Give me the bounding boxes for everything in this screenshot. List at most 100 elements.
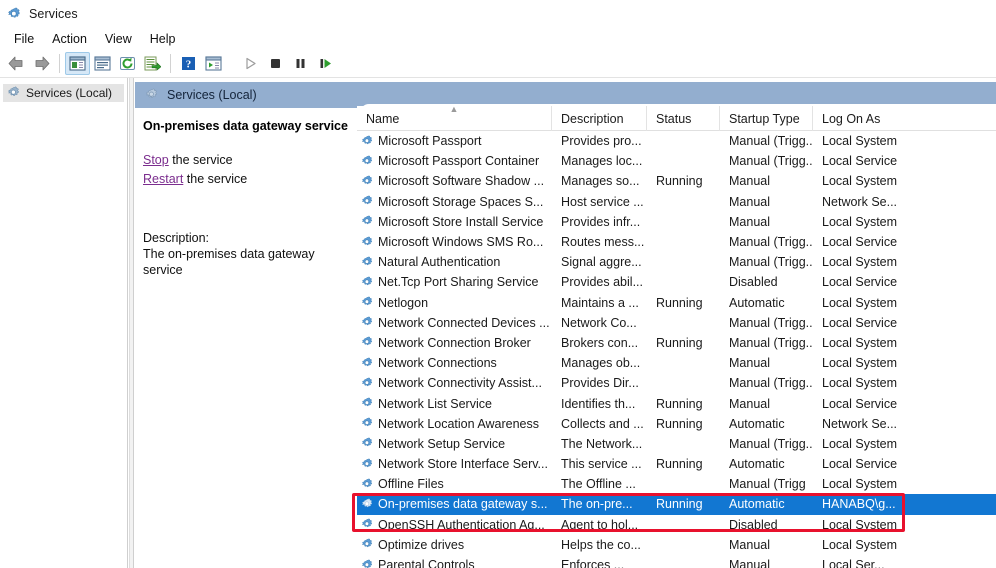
cell-text: OpenSSH Authentication Ag... <box>378 518 545 532</box>
cell-name: Offline Files <box>357 474 552 494</box>
refresh-icon[interactable] <box>115 52 140 75</box>
table-row[interactable]: Net.Tcp Port Sharing ServiceProvides abi… <box>357 272 996 292</box>
properties-icon[interactable] <box>90 52 115 75</box>
cell-name: Network Connected Devices ... <box>357 313 552 333</box>
table-row[interactable]: Microsoft PassportProvides pro...Manual … <box>357 131 996 151</box>
cell-text: Net.Tcp Port Sharing Service <box>378 275 539 289</box>
start-service-icon[interactable] <box>238 52 263 75</box>
list-header: ▲Name Description Status Startup Type Log On… <box>357 106 996 131</box>
cell-logon: Local System <box>813 293 901 313</box>
cell-text: Microsoft Passport Container <box>378 154 539 168</box>
cell-startup: Disabled <box>720 515 813 535</box>
table-row[interactable]: Network List ServiceIdentifies th...Runn… <box>357 393 996 413</box>
column-header-log-on-as[interactable]: Log On As <box>813 106 901 131</box>
table-row[interactable]: Offline FilesThe Offline ...Manual (Trig… <box>357 474 996 494</box>
cell-logon: Local Service <box>813 232 901 252</box>
cell-name: Netlogon <box>357 293 552 313</box>
table-row[interactable]: On-premises data gateway s...The on-pre.… <box>357 494 996 514</box>
cell-logon: Local System <box>813 333 901 353</box>
forward-icon[interactable] <box>29 52 54 75</box>
back-icon[interactable] <box>4 52 29 75</box>
table-row[interactable]: Network ConnectionsManages ob...ManualLo… <box>357 353 996 373</box>
column-header-label: Description <box>561 112 624 126</box>
stop-service-link[interactable]: Stop <box>143 153 169 167</box>
cell-text: Network List Service <box>378 397 492 411</box>
cell-status: Running <box>647 333 720 353</box>
cell-name: Microsoft Software Shadow ... <box>357 171 552 191</box>
cell-description: Helps the co... <box>552 535 647 555</box>
cell-description: Host service ... <box>552 192 647 212</box>
stop-service-icon[interactable] <box>263 52 288 75</box>
show-tree-icon[interactable] <box>65 52 90 75</box>
cell-name: Microsoft Passport <box>357 131 552 151</box>
table-row[interactable]: Network Connected Devices ...Network Co.… <box>357 313 996 333</box>
service-gear-icon <box>361 296 374 309</box>
table-row[interactable]: Network Location AwarenessCollects and .… <box>357 414 996 434</box>
pause-service-icon[interactable] <box>288 52 313 75</box>
services-window: Services File Action View Help <box>0 0 996 568</box>
menu-view[interactable]: View <box>96 30 141 48</box>
service-gear-icon <box>361 215 374 228</box>
column-header-startup-type[interactable]: Startup Type <box>720 106 813 131</box>
restart-service-link[interactable]: Restart <box>143 172 183 186</box>
cell-name: Network Setup Service <box>357 434 552 454</box>
cell-description: Routes mess... <box>552 232 647 252</box>
cell-text: Network Connection Broker <box>378 336 531 350</box>
pane-splitter[interactable] <box>129 78 134 568</box>
table-row[interactable]: Microsoft Passport ContainerManages loc.… <box>357 151 996 171</box>
cell-startup: Automatic <box>720 293 813 313</box>
results-pane: Services (Local) On-premises data gatewa… <box>135 78 996 568</box>
column-header-status[interactable]: Status <box>647 106 720 131</box>
cell-status <box>647 373 720 393</box>
cell-description: Provides Dir... <box>552 373 647 393</box>
service-details-panel: On-premises data gateway service Stop th… <box>135 112 357 568</box>
cell-description: Signal aggre... <box>552 252 647 272</box>
sidebar-item-label: Services (Local) <box>26 86 112 100</box>
help-icon[interactable]: ? <box>176 52 201 75</box>
show-action-pane-icon[interactable] <box>201 52 226 75</box>
table-row[interactable]: OpenSSH Authentication Ag...Agent to hol… <box>357 515 996 535</box>
service-gear-icon <box>361 256 374 269</box>
cell-status <box>647 474 720 494</box>
table-row[interactable]: Network Setup ServiceThe Network...Manua… <box>357 434 996 454</box>
cell-description: Enforces ... <box>552 555 647 568</box>
services-gear-icon <box>7 86 21 100</box>
cell-name: Microsoft Store Install Service <box>357 212 552 232</box>
menu-bar: File Action View Help <box>0 28 996 50</box>
column-header-label: Status <box>656 112 691 126</box>
menu-action[interactable]: Action <box>43 30 96 48</box>
table-row[interactable]: NetlogonMaintains a ...RunningAutomaticL… <box>357 293 996 313</box>
table-row[interactable]: Microsoft Windows SMS Ro... Routes mess..… <box>357 232 996 252</box>
table-row[interactable]: Network Store Interface Serv...This serv… <box>357 454 996 474</box>
stop-service-suffix: the service <box>169 153 233 167</box>
table-row[interactable]: Microsoft Storage Spaces S... Host servic… <box>357 192 996 212</box>
column-header-name[interactable]: ▲Name <box>357 106 552 131</box>
table-row[interactable]: Network Connection BrokerBrokers con...R… <box>357 333 996 353</box>
table-row[interactable]: Optimize drivesHelps the co...ManualLoca… <box>357 535 996 555</box>
column-header-description[interactable]: Description <box>552 106 647 131</box>
table-row[interactable]: Natural Authentication Signal aggre... Man… <box>357 252 996 272</box>
export-list-icon[interactable] <box>140 52 165 75</box>
table-row[interactable]: Microsoft Store Install ServiceProvides … <box>357 212 996 232</box>
cell-logon: Local Service <box>813 394 901 414</box>
cell-startup: Manual (Trigg... <box>720 252 813 272</box>
restart-service-icon[interactable] <box>313 52 338 75</box>
cell-description: Network Co... <box>552 313 647 333</box>
table-row[interactable]: Parental ControlsEnforces ...ManualLocal… <box>357 555 996 568</box>
service-gear-icon <box>361 458 374 471</box>
cell-text: Netlogon <box>378 296 428 310</box>
service-gear-icon <box>361 377 374 390</box>
cell-name: Microsoft Passport Container <box>357 151 552 171</box>
table-row[interactable]: Microsoft Software Shadow ...Manages so.… <box>357 171 996 191</box>
cell-text: Microsoft Passport <box>378 134 482 148</box>
cell-text: Natural Authentication <box>378 255 500 269</box>
cell-text: Microsoft Storage Spaces S... <box>378 195 543 209</box>
table-row[interactable]: Network Connectivity Assist...Provides D… <box>357 373 996 393</box>
menu-file[interactable]: File <box>5 30 43 48</box>
cell-text: Microsoft Windows SMS Ro... <box>378 235 543 249</box>
sidebar-item-services-local[interactable]: Services (Local) <box>3 84 124 102</box>
cell-name: Network Connectivity Assist... <box>357 373 552 393</box>
column-header-label: Log On As <box>822 112 880 126</box>
menu-help[interactable]: Help <box>141 30 185 48</box>
sort-ascending-icon: ▲ <box>450 106 459 114</box>
